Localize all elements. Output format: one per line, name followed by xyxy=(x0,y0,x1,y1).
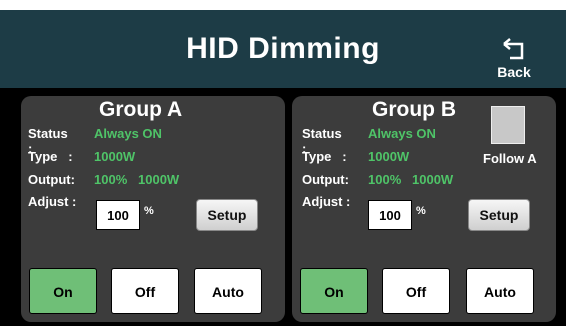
adjust-percent-sign: % xyxy=(144,205,154,217)
setup-button[interactable]: Setup xyxy=(468,199,530,231)
type-label: Type : xyxy=(28,149,73,164)
output-percent: 100% xyxy=(94,172,128,187)
output-watts: 1000W xyxy=(412,172,454,187)
type-label: Type : xyxy=(302,149,347,164)
type-value: 1000W xyxy=(368,149,410,164)
adjust-label: Adjust : xyxy=(28,194,77,209)
mode-auto-button[interactable]: Auto xyxy=(466,268,534,314)
setup-button[interactable]: Setup xyxy=(196,199,258,231)
adjust-input[interactable]: 100 xyxy=(368,200,412,230)
output-watts: 1000W xyxy=(138,172,180,187)
output-label: Output: xyxy=(302,172,349,187)
adjust-percent-sign: % xyxy=(416,205,426,217)
back-label: Back xyxy=(497,64,531,80)
group-b-title: Group B xyxy=(372,98,456,121)
page-title: HID Dimming xyxy=(186,32,380,65)
back-button[interactable]: Back xyxy=(484,36,544,88)
output-label: Output: xyxy=(28,172,75,187)
status-value: Always ON xyxy=(368,126,436,141)
group-b-panel: Group B Follow A Status : Always ON Type… xyxy=(292,96,556,322)
adjust-input[interactable]: 100 xyxy=(96,200,140,230)
top-strip xyxy=(0,0,566,10)
header-bar: HID Dimming Back xyxy=(0,10,566,88)
group-a-title: Group A xyxy=(99,98,183,121)
adjust-label: Adjust : xyxy=(302,194,351,209)
mode-on-button[interactable]: On xyxy=(29,268,97,314)
mode-on-button[interactable]: On xyxy=(300,268,368,314)
mode-off-button[interactable]: Off xyxy=(382,268,450,314)
mode-auto-button[interactable]: Auto xyxy=(194,268,262,314)
output-percent: 100% xyxy=(368,172,402,187)
back-arrow-icon xyxy=(503,38,524,60)
follow-a-checkbox[interactable] xyxy=(491,106,525,144)
type-value: 1000W xyxy=(94,149,136,164)
status-value: Always ON xyxy=(94,126,162,141)
mode-off-button[interactable]: Off xyxy=(111,268,179,314)
group-a-panel: Group A Status : Always ON Type : 1000W … xyxy=(21,96,285,322)
follow-a-label: Follow A xyxy=(483,151,537,166)
